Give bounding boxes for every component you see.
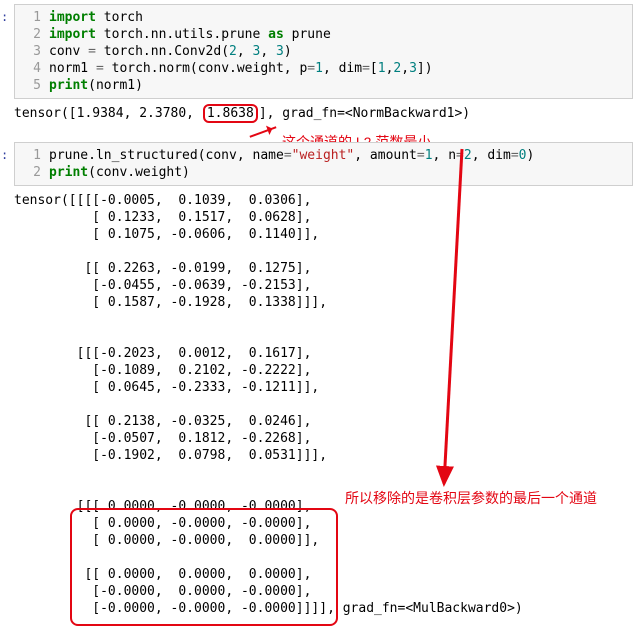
highlight-zero-block (70, 508, 338, 626)
code-cell-2-body: 1 prune.ln_structured(conv, name="weight… (14, 142, 633, 186)
prompt-bracket: : (1, 4, 8, 24)
prompt-bracket: : (1, 142, 8, 162)
code-cell-2: : 1 prune.ln_structured(conv, name="weig… (0, 142, 637, 186)
code-text: norm1 = torch.norm(conv.weight, p=1, dim… (49, 60, 632, 77)
code-cell-1: : 1 import torch 2 import torch.nn.utils… (0, 4, 637, 99)
code-line: 1 import torch (15, 9, 632, 26)
code-line: 1 prune.ln_structured(conv, name="weight… (15, 147, 632, 164)
code-cell-1-body: 1 import torch 2 import torch.nn.utils.p… (14, 4, 633, 99)
code-line: 3 conv = torch.nn.Conv2d(2, 3, 3) (15, 43, 632, 60)
gutter: 4 (15, 60, 49, 77)
gutter: 1 (15, 9, 49, 26)
gutter: 2 (15, 164, 49, 181)
output-1: tensor([1.9384, 2.3780, 1.8638], grad_fn… (14, 105, 633, 122)
code-line: 4 norm1 = torch.norm(conv.weight, p=1, d… (15, 60, 632, 77)
code-text: print(norm1) (49, 77, 632, 94)
gutter: 2 (15, 26, 49, 43)
gutter: 1 (15, 147, 49, 164)
code-line: 5 print(norm1) (15, 77, 632, 94)
code-text: import torch (49, 9, 632, 26)
code-line: 2 print(conv.weight) (15, 164, 632, 181)
gutter: 5 (15, 77, 49, 94)
highlight-min-norm: 1.8638 (203, 104, 258, 123)
arrow-icon (250, 126, 277, 137)
code-text: print(conv.weight) (49, 164, 632, 181)
annotation-removed-channel: 所以移除的是卷积层参数的最后一个通道 (345, 488, 597, 508)
code-text: import torch.nn.utils.prune as prune (49, 26, 632, 43)
gutter: 3 (15, 43, 49, 60)
tensor-output-post: ], grad_fn=<NormBackward1>) (259, 106, 470, 121)
code-text: prune.ln_structured(conv, name="weight",… (49, 147, 632, 164)
code-line: 2 import torch.nn.utils.prune as prune (15, 26, 632, 43)
tensor-output-pre: tensor([1.9384, 2.3780, (14, 106, 202, 121)
code-text: conv = torch.nn.Conv2d(2, 3, 3) (49, 43, 632, 60)
